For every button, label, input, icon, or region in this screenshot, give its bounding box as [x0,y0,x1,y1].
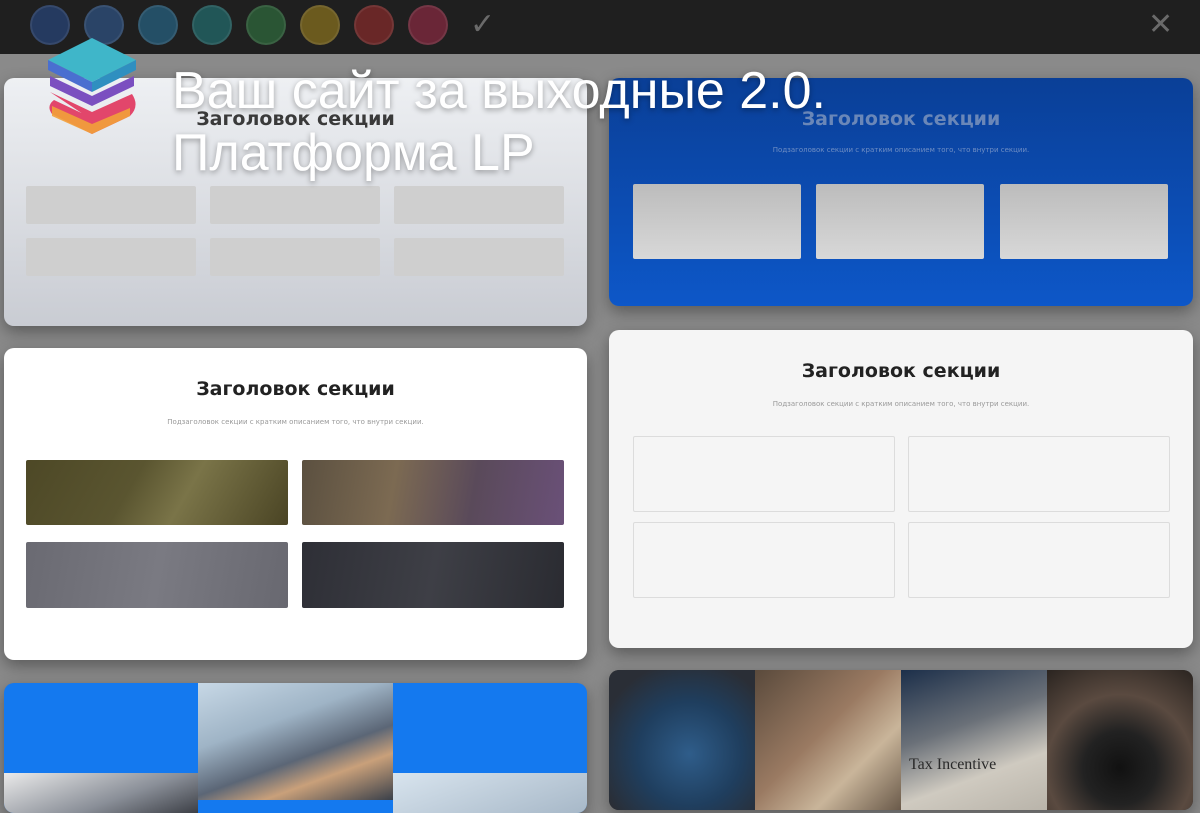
color-toolbar: ✓ ✕ [0,0,1200,54]
check-icon[interactable]: ✓ [470,8,495,42]
content-block [394,238,564,276]
section-card-mid-left[interactable]: Заголовок секции Подзаголовок секции с к… [4,348,587,660]
hero-title-line-2: Платформа LP [172,124,535,182]
section-card-bottom-left[interactable] [4,683,587,813]
photo-crumpled-paper [609,670,755,810]
close-icon[interactable]: ✕ [1148,8,1173,42]
content-block [394,186,564,224]
content-block [633,436,895,512]
color-swatch-7[interactable] [354,5,394,45]
color-swatch-3[interactable] [138,5,178,45]
section-subtitle: Подзаголовок секции с кратким описанием … [167,418,424,426]
content-block [633,522,895,598]
gallery-photo-hands [302,542,564,608]
photo-camera-lens [1047,670,1193,810]
section-card-mid-right[interactable]: Заголовок секции Подзаголовок секции с к… [609,330,1193,648]
content-block [1000,184,1168,259]
section-subtitle: Подзаголовок секции с кратким описанием … [772,400,1030,408]
content-block [908,522,1170,598]
color-swatch-4[interactable] [192,5,232,45]
content-block [210,238,380,276]
section-title: Заголовок секции [801,360,1001,382]
architecture-photo [4,773,198,813]
content-block [633,184,801,259]
photo-writing-hand [755,670,901,810]
section-title: Заголовок секции [196,378,395,400]
architecture-photo [198,683,393,800]
newspaper-headline: Tax Incentive [909,756,997,773]
architecture-photo [393,773,587,813]
content-block [210,186,380,224]
photo-newspaper: Tax Incentive [901,670,1047,810]
content-block [908,436,1170,512]
color-swatch-8[interactable] [408,5,448,45]
platform-lp-logo [44,36,140,140]
hero-title: Ваш сайт за выходные 2.0. Платформа LP [172,60,826,184]
content-block [816,184,984,259]
content-block [26,186,196,224]
gallery-photo-sneakers [26,460,288,525]
gallery-photo-sprinkles [26,542,288,608]
gallery-photo-tattoo [302,460,564,525]
color-swatch-6[interactable] [300,5,340,45]
content-block [26,238,196,276]
color-swatch-5[interactable] [246,5,286,45]
hero-title-line-1: Ваш сайт за выходные 2.0. [172,62,826,120]
section-card-bottom-right[interactable]: Tax Incentive [609,670,1193,810]
